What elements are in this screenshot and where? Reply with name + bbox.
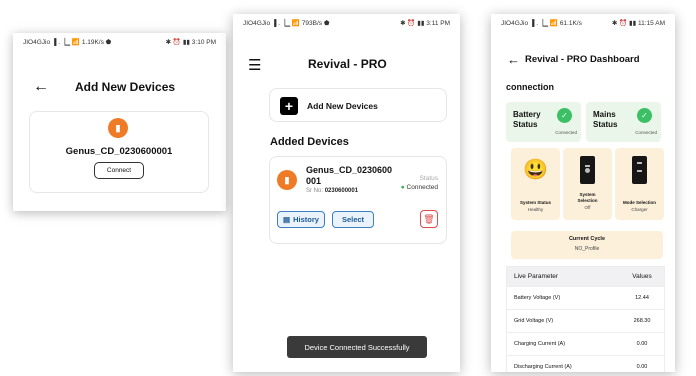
back-arrow-icon[interactable]: ← <box>33 78 49 96</box>
serial-label: Sr No: <box>306 188 324 194</box>
add-new-devices-label: Add New Devices <box>307 101 378 111</box>
status-bar: JIO4GJio ▐ .▕▁ 📶 61.1K/s ✱ ⏰ ▮▮ 11:15 AM <box>491 14 675 32</box>
mains-label-line2: Status <box>593 120 618 129</box>
device-card: ▮ Genus_CD_0230600001 Sr No: 0230600001 … <box>269 156 447 244</box>
connection-heading: connection <box>506 82 555 92</box>
history-button[interactable]: ▤ History <box>277 211 325 228</box>
section-title: Added Devices <box>270 136 349 148</box>
toast-message: Device Connected Successfully <box>287 336 427 358</box>
parameter-value: 0.00 <box>636 364 648 370</box>
system-status-tile: 😃 System Status Healthy <box>511 148 560 220</box>
system-selection-title-line2: Selection <box>577 198 598 203</box>
add-new-devices-button[interactable]: + Add New Devices <box>269 88 447 122</box>
status-bar: JIO4GJio ▐ .▕▁ 📶 1.19K/s ⬟ ✱ ⏰ ▮▮ 3:10 P… <box>13 33 226 51</box>
parameter-name: Discharging Current (A) <box>514 364 572 370</box>
system-status-value: Healthy <box>527 207 544 212</box>
mains-connection-state: Connected <box>635 130 657 135</box>
live-parameters-table: Live Parameter Values Battery Voltage (V… <box>506 266 665 372</box>
system-status-title: System Status <box>519 200 551 205</box>
battery-label-line1: Battery <box>513 110 541 119</box>
mains-status-card: Mains Status ✓ Connected <box>586 102 661 142</box>
serial-value: 0230600001 <box>324 188 359 194</box>
table-row: Battery Voltage (V) 12.44 <box>507 287 664 310</box>
smiley-face-icon: 😃 <box>523 159 548 181</box>
history-icon: ▤ <box>283 215 291 224</box>
current-cycle-value: NO_Profile <box>574 246 600 252</box>
hamburger-menu-icon[interactable]: ☰ <box>248 56 261 74</box>
delete-trash-icon[interactable]: 🗑 <box>420 210 438 228</box>
parameter-value: 12.44 <box>635 295 649 301</box>
plus-icon: + <box>280 97 298 115</box>
mode-selection-title: Mode Selection <box>622 200 656 205</box>
select-label: Select <box>341 215 365 224</box>
system-selection-title-line1: System <box>579 192 596 197</box>
battery-connection-state: Connected <box>555 130 577 135</box>
device-icon: ▮ <box>108 118 128 138</box>
current-cycle-card: Current Cycle NO_Profile <box>511 231 663 259</box>
mode-selection-value: Charger <box>631 207 648 212</box>
battery-status-label: Battery Status <box>513 110 541 130</box>
mains-label-line1: Mains <box>593 110 616 119</box>
connect-button[interactable]: Connect <box>94 162 144 179</box>
status-bar-right: ✱ ⏰ ▮▮ 3:10 PM <box>165 39 216 46</box>
system-selection-value: Off <box>584 205 591 210</box>
device-icon: ▮ <box>277 170 297 190</box>
add-devices-screen: JIO4GJio ▐ .▕▁ 📶 1.19K/s ⬟ ✱ ⏰ ▮▮ 3:10 P… <box>13 33 226 211</box>
status-bar-left: JIO4GJio ▐ .▕▁ 📶 1.19K/s ⬟ <box>23 39 112 46</box>
status-bar-right: ✱ ⏰ ▮▮ 11:15 AM <box>611 20 665 27</box>
status-badge: ● Connected <box>401 184 438 191</box>
mode-selection-tile[interactable]: Mode Selection Charger <box>615 148 664 220</box>
battery-status-card: Battery Status ✓ Connected <box>506 102 581 142</box>
status-bar-left: JIO4GJio ▐ .▕▁ 📶 61.1K/s <box>501 20 582 27</box>
page-title: Revival - PRO <box>308 57 387 71</box>
status-bar-right: ✱ ⏰ ▮▮ 3:11 PM <box>400 20 450 27</box>
page-title: Add New Devices <box>75 80 176 94</box>
serial-number: Sr No: 0230600001 <box>306 188 358 194</box>
parameter-name: Grid Voltage (V) <box>514 318 554 324</box>
mode-switch-icon <box>632 156 647 184</box>
back-arrow-icon[interactable]: ← <box>507 52 520 67</box>
parameter-name: Battery Voltage (V) <box>514 295 561 301</box>
status-label: Status <box>419 175 438 182</box>
system-selection-tile[interactable]: System Selection Off <box>563 148 612 220</box>
device-name: Genus_CD_0230600001 <box>306 165 393 186</box>
column-header: Values <box>632 273 652 280</box>
parameter-name: Charging Current (A) <box>514 341 566 347</box>
parameter-value: 268.30 <box>633 318 651 324</box>
table-row: Charging Current (A) 0.00 <box>507 333 664 356</box>
status-dot-icon: ● <box>400 184 405 191</box>
power-switch-icon <box>580 156 595 184</box>
table-row: Grid Voltage (V) 268.30 <box>507 310 664 333</box>
status-bar-left: JIO4GJio ▐ .▕▁ 📶 793B/s ⬟ <box>243 20 330 27</box>
table-row: Discharging Current (A) 0.00 <box>507 356 664 372</box>
device-name: Genus_CD_0230600001 <box>65 146 173 157</box>
check-circle-icon: ✓ <box>557 108 572 123</box>
column-header: Live Parameter <box>514 273 559 280</box>
parameter-value: 0.00 <box>636 341 648 347</box>
dashboard-screen: JIO4GJio ▐ .▕▁ 📶 61.1K/s ✱ ⏰ ▮▮ 11:15 AM… <box>491 14 675 372</box>
current-cycle-title: Current Cycle <box>568 236 606 242</box>
status-bar: JIO4GJio ▐ .▕▁ 📶 793B/s ⬟ ✱ ⏰ ▮▮ 3:11 PM <box>233 14 460 32</box>
mains-status-label: Mains Status <box>593 110 617 130</box>
status-value: Connected <box>406 184 438 191</box>
table-header: Live Parameter Values <box>507 267 664 287</box>
page-title: Revival - PRO Dashboard <box>525 54 640 65</box>
select-button[interactable]: Select <box>332 211 374 228</box>
check-circle-icon: ✓ <box>637 108 652 123</box>
devices-list-screen: JIO4GJio ▐ .▕▁ 📶 793B/s ⬟ ✱ ⏰ ▮▮ 3:11 PM… <box>233 14 460 372</box>
device-card: ▮ Genus_CD_0230600001 Connect <box>29 111 209 193</box>
history-label: History <box>293 215 319 224</box>
battery-label-line2: Status <box>513 120 538 129</box>
